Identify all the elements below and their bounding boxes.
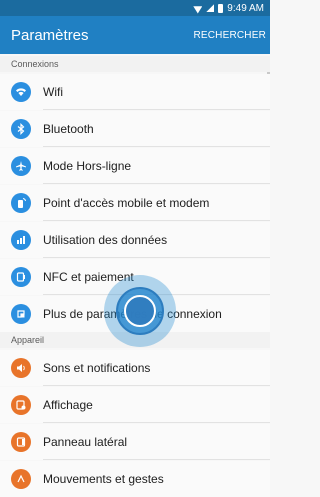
settings-item-airplane-mode[interactable]: Mode Hors-ligne bbox=[0, 148, 270, 184]
data-usage-icon bbox=[11, 230, 31, 250]
edge-panel-icon bbox=[11, 432, 31, 452]
settings-item-label: Affichage bbox=[43, 398, 93, 412]
touch-indicator bbox=[124, 295, 156, 327]
nfc-icon bbox=[11, 267, 31, 287]
page-title: Paramètres bbox=[11, 26, 89, 44]
divider bbox=[43, 422, 270, 423]
signal-icon bbox=[206, 4, 215, 12]
status-bar: 9:49 AM bbox=[0, 0, 270, 16]
settings-item-sounds[interactable]: Sons et notifications bbox=[0, 350, 270, 386]
section-header-connexions: Connexions bbox=[0, 56, 270, 72]
status-time: 9:49 AM bbox=[227, 2, 264, 14]
motion-icon bbox=[11, 469, 31, 489]
divider bbox=[43, 109, 270, 110]
divider bbox=[43, 257, 270, 258]
settings-item-label: Utilisation des données bbox=[43, 233, 168, 247]
divider bbox=[43, 385, 270, 386]
settings-item-label: Bluetooth bbox=[43, 122, 94, 136]
wifi-icon bbox=[193, 5, 202, 12]
battery-icon bbox=[218, 3, 224, 13]
search-button[interactable]: RECHERCHER bbox=[193, 30, 266, 41]
divider bbox=[43, 183, 270, 184]
settings-item-edge-panel[interactable]: Panneau latéral bbox=[0, 424, 270, 460]
display-icon bbox=[11, 395, 31, 415]
settings-item-bluetooth[interactable]: Bluetooth bbox=[0, 111, 270, 147]
settings-item-motion[interactable]: Mouvements et gestes bbox=[0, 461, 270, 497]
settings-item-label: Mouvements et gestes bbox=[43, 472, 164, 486]
settings-item-data-usage[interactable]: Utilisation des données bbox=[0, 222, 270, 258]
settings-item-label: Panneau latéral bbox=[43, 435, 128, 449]
divider bbox=[43, 459, 270, 460]
settings-item-display[interactable]: Affichage bbox=[0, 387, 270, 423]
airplane-icon bbox=[11, 156, 31, 176]
app-bar: Paramètres RECHERCHER bbox=[0, 16, 270, 54]
settings-item-wifi[interactable]: Wifi bbox=[0, 74, 270, 110]
settings-item-hotspot[interactable]: Point d'accès mobile et modem bbox=[0, 185, 270, 221]
settings-item-label: Wifi bbox=[43, 85, 63, 99]
divider bbox=[43, 220, 270, 221]
settings-item-label: Point d'accès mobile et modem bbox=[43, 196, 210, 210]
sound-icon bbox=[11, 358, 31, 378]
bluetooth-icon bbox=[11, 119, 31, 139]
divider bbox=[43, 146, 270, 147]
hotspot-icon bbox=[11, 193, 31, 213]
more-connections-icon bbox=[11, 304, 31, 324]
settings-item-label: Sons et notifications bbox=[43, 361, 151, 375]
settings-item-label: Mode Hors-ligne bbox=[43, 159, 132, 173]
wifi-icon bbox=[11, 82, 31, 102]
